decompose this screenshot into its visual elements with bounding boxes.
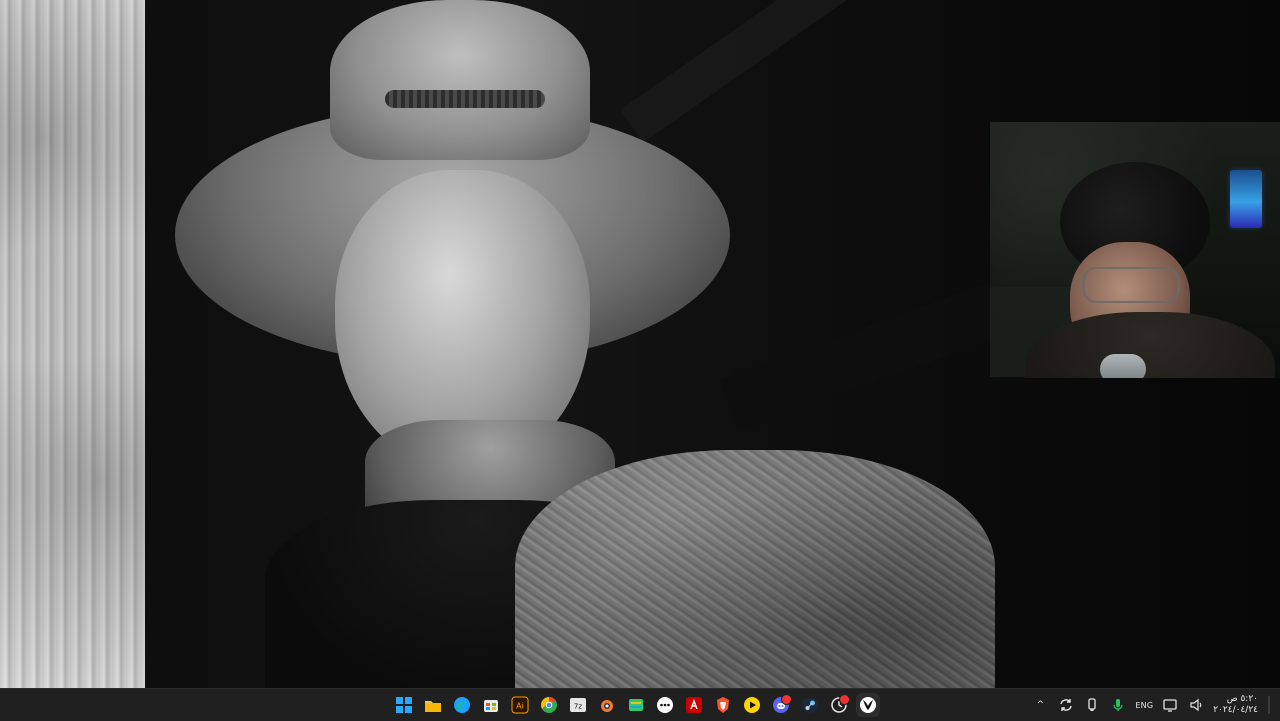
taskbar-clock[interactable]: ٥:٢٠ ص ٢٠٢٤/٠٤/٢٤ [1213,694,1258,716]
denim-jacket [515,450,995,688]
illustrator-label: Ai [516,702,524,711]
webcam-microphone [1100,354,1146,378]
windows-start-icon [396,697,412,713]
hat-crown [330,0,590,160]
discord-button[interactable] [769,693,793,717]
brave-icon [717,697,729,713]
tray-network[interactable] [1161,696,1179,714]
webcam-poster [1230,170,1262,228]
xbox-button[interactable] [856,693,880,717]
app-green-button[interactable] [624,693,648,717]
edge-button[interactable] [450,693,474,717]
network-icon [1163,699,1177,712]
file-explorer-button[interactable] [421,693,445,717]
blender-icon [601,700,613,712]
steam-icon [802,697,818,713]
blender-button[interactable] [595,693,619,717]
app-notify-button[interactable] [827,693,851,717]
chevron-up-icon: ^ [1036,700,1045,710]
microsoft-store-button[interactable] [479,693,503,717]
tray-device[interactable] [1083,696,1101,714]
layers-icon [629,699,643,711]
clock-date: ٢٠٢٤/٠٤/٢٤ [1213,705,1258,715]
app-dots-button[interactable] [653,693,677,717]
steam-button[interactable] [798,693,822,717]
webcam-overlay [990,122,1280,378]
acrobat-icon [686,697,702,713]
hat-band [385,90,545,108]
webcam-glasses [1082,267,1180,303]
acrobat-button[interactable] [682,693,706,717]
wood-wall-texture [0,0,145,688]
tray-volume[interactable] [1187,696,1205,714]
chrome-icon [541,697,557,713]
tray-overflow-chevron[interactable]: ^ [1031,696,1049,714]
7zip-label: 7z [574,703,582,711]
start-button[interactable] [392,693,416,717]
xbox-icon [860,697,876,713]
show-desktop-button[interactable] [1268,696,1270,714]
brave-button[interactable] [711,693,735,717]
clock-time: ٥:٢٠ ص [1226,694,1258,704]
7zip-icon: 7z [570,698,586,712]
tray-sync[interactable] [1057,696,1075,714]
taskbar: Ai 7z ^ ENG ٥:٢٠ ص ٢٠٢٤/٠٤/٢٤ [0,688,1280,721]
system-tray: ^ ENG ٥:٢٠ ص ٢٠٢٤/٠٤/٢٤ [1031,689,1270,721]
taskbar-apps: Ai 7z [392,693,880,717]
chrome-button[interactable] [537,693,561,717]
illustrator-button[interactable]: Ai [508,693,532,717]
edge-icon [454,697,470,713]
volume-icon [1190,698,1202,712]
sync-icon [1060,699,1073,711]
usb-drive-icon [1088,698,1097,711]
store-icon [484,700,498,712]
discord-notification-badge [781,694,792,705]
language-indicator[interactable]: ENG [1135,701,1153,710]
wallpaper-man [175,0,1005,688]
tray-microphone[interactable] [1109,696,1127,714]
illustrator-icon: Ai [511,696,529,714]
app-notify-badge [839,694,850,705]
folder-icon [425,701,441,712]
microphone-icon [1113,699,1124,711]
7zip-button[interactable]: 7z [566,693,590,717]
dots-icon [657,697,673,713]
media-player-button[interactable] [740,693,764,717]
play-icon [744,697,760,713]
